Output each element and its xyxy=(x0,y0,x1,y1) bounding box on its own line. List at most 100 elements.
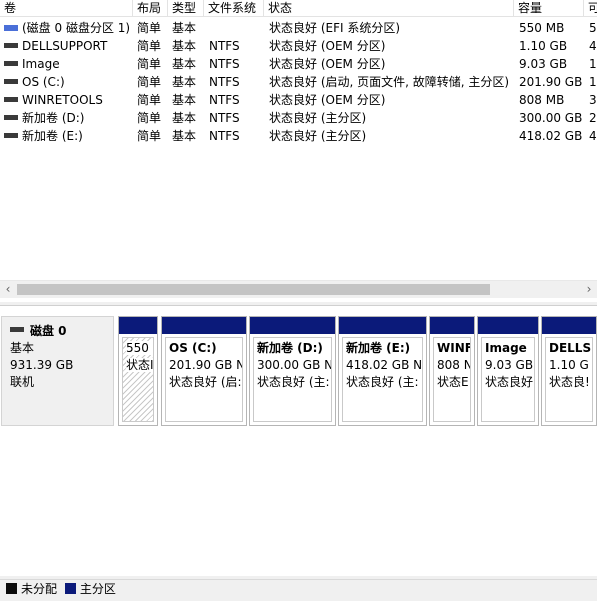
cell-name: 新加卷 (D:) xyxy=(4,109,132,127)
disk-map: 磁盘 0 基本 931.39 GB 联机 550 I 状态I OS (C:) 201.… xyxy=(0,305,597,576)
volume-icon xyxy=(4,79,18,84)
partition-status: 状态I xyxy=(126,358,154,372)
cell-fs xyxy=(209,19,267,37)
cell-free: 4 xyxy=(589,127,597,145)
cell-type: 基本 xyxy=(172,73,208,91)
cell-free: 2 xyxy=(589,109,597,127)
cell-text: 状态良好 (EFI 系统分区) xyxy=(269,21,401,35)
cell-text: 简单 xyxy=(137,129,162,143)
partition-size: 9.03 GB xyxy=(485,358,534,372)
cell-layout: 简单 xyxy=(137,55,171,73)
partition-block[interactable]: DELLS 1.10 G 状态良! xyxy=(541,316,597,426)
cell-text: NTFS xyxy=(209,129,240,143)
partition-details: DELLS 1.10 G 状态良! xyxy=(545,337,593,422)
partition-details: OS (C:) 201.90 GB N 状态良好 (启: xyxy=(165,337,243,422)
column-header-layout[interactable]: 布局 xyxy=(133,0,168,17)
cell-text: 9.03 GB xyxy=(519,57,568,71)
cell-layout: 简单 xyxy=(137,91,171,109)
cell-type: 基本 xyxy=(172,127,208,145)
striped-volume-icon xyxy=(4,24,18,31)
cell-free: 3 xyxy=(589,91,597,109)
cell-status: 状态良好 (主分区) xyxy=(269,109,515,127)
partition-type-bar xyxy=(339,317,426,334)
column-header-capacity[interactable]: 容量 xyxy=(514,0,584,17)
disk-name: 磁盘 0 xyxy=(30,324,67,338)
partition-block[interactable]: Image 9.03 GB 状态良好 xyxy=(477,316,539,426)
cell-layout: 简单 xyxy=(137,19,171,37)
partition-block[interactable]: OS (C:) 201.90 GB N 状态良好 (启: xyxy=(161,316,247,426)
cell-text: 状态良好 (OEM 分区) xyxy=(269,39,386,53)
partition-status: 状态良好 (主: xyxy=(346,375,419,389)
cell-name: DELLSUPPORT xyxy=(4,37,132,55)
volume-icon xyxy=(4,43,18,48)
legend: 未分配 主分区 xyxy=(0,579,597,601)
cell-capacity: 808 MB xyxy=(519,91,587,109)
partition-type-bar xyxy=(250,317,335,334)
disk-info-panel[interactable]: 磁盘 0 基本 931.39 GB 联机 xyxy=(1,316,114,426)
partition-size: 1.10 G xyxy=(549,358,589,372)
scroll-left-arrow-icon[interactable]: ‹ xyxy=(0,281,16,298)
column-header-volume[interactable]: 卷 xyxy=(0,0,133,17)
disk-type: 基本 xyxy=(10,341,35,355)
partition-size: 550 I xyxy=(126,341,153,355)
scroll-thumb[interactable] xyxy=(17,284,490,295)
cell-fs: NTFS xyxy=(209,127,267,145)
cell-text: 基本 xyxy=(172,129,197,143)
cell-type: 基本 xyxy=(172,91,208,109)
partition-status: 状态E xyxy=(437,375,469,389)
table-row[interactable]: 新加卷 (E:) 简单 基本 NTFS 状态良好 (主分区) 418.02 GB 4 xyxy=(0,127,597,145)
cell-capacity: 9.03 GB xyxy=(519,55,587,73)
partition-block[interactable]: 新加卷 (D:) 300.00 GB N 状态良好 (主: xyxy=(249,316,336,426)
cell-fs: NTFS xyxy=(209,37,267,55)
partition-type-bar xyxy=(162,317,246,334)
partition-details: 新加卷 (D:) 300.00 GB N 状态良好 (主: xyxy=(253,337,332,422)
scroll-right-arrow-icon[interactable]: › xyxy=(581,281,597,298)
volume-list[interactable]: 卷 布局 类型 文件系统 状态 容量 可 (磁盘 0 磁盘分区 1)简单基本状态… xyxy=(0,0,597,302)
cell-text: 简单 xyxy=(137,75,162,89)
cell-type: 基本 xyxy=(172,109,208,127)
cell-text: NTFS xyxy=(209,39,240,53)
table-row[interactable]: WINRETOOLS 简单 基本 NTFS 状态良好 (OEM 分区) 808 MB 3 xyxy=(0,91,597,109)
partition-details: 新加卷 (E:) 418.02 GB N 状态良好 (主: xyxy=(342,337,423,422)
cell-text: 新加卷 (D:) xyxy=(22,111,85,125)
partition-block[interactable]: WINF 808 N 状态E xyxy=(429,316,475,426)
column-header-status[interactable]: 状态 xyxy=(264,0,514,17)
cell-free: 1 xyxy=(589,55,597,73)
cell-type: 基本 xyxy=(172,37,208,55)
cell-text: 简单 xyxy=(137,57,162,71)
cell-text: NTFS xyxy=(209,111,240,125)
cell-status: 状态良好 (EFI 系统分区) xyxy=(269,19,515,37)
cell-status: 状态良好 (OEM 分区) xyxy=(269,55,515,73)
partition-status: 状态良好 xyxy=(485,375,534,389)
cell-status: 状态良好 (主分区) xyxy=(269,127,515,145)
partition-size: 808 N xyxy=(437,358,471,372)
cell-fs: NTFS xyxy=(209,109,267,127)
cell-text: NTFS xyxy=(209,57,240,71)
partition-label: WINF xyxy=(437,341,471,355)
table-row[interactable]: DELLSUPPORT 简单 基本 NTFS 状态良好 (OEM 分区) 1.10 GB 4 xyxy=(0,37,597,55)
cell-text: 1 xyxy=(589,57,597,71)
column-header-free-space[interactable]: 可 xyxy=(584,0,597,17)
cell-text: WINRETOOLS xyxy=(22,93,103,107)
cell-text: 简单 xyxy=(137,39,162,53)
partition-block[interactable]: 新加卷 (E:) 418.02 GB N 状态良好 (主: xyxy=(338,316,427,426)
partition-block[interactable]: 550 I 状态I xyxy=(118,316,158,426)
cell-text: 808 MB xyxy=(519,93,565,107)
partition-status: 状态良好 (启: xyxy=(169,375,242,389)
table-row[interactable]: (磁盘 0 磁盘分区 1) 简单 基本 状态良好 (EFI 系统分区) 550 MB 5 xyxy=(0,19,597,37)
horizontal-scrollbar[interactable]: ‹ › xyxy=(0,280,597,298)
table-row[interactable]: Image 简单 基本 NTFS 状态良好 (OEM 分区) 9.03 GB 1 xyxy=(0,55,597,73)
cell-fs: NTFS xyxy=(209,73,267,91)
partition-details: 550 I 状态I xyxy=(122,337,154,422)
cell-text: 550 MB xyxy=(519,21,565,35)
disk-size: 931.39 GB xyxy=(10,358,74,372)
partition-status: 状态良! xyxy=(549,375,590,389)
table-row[interactable]: OS (C:) 简单 基本 NTFS 状态良好 (启动, 页面文件, 故障转储, 主分区… xyxy=(0,73,597,91)
cell-text: 5 xyxy=(589,21,597,35)
cell-text: 1 xyxy=(589,75,597,89)
column-header-filesystem[interactable]: 文件系统 xyxy=(204,0,264,17)
column-header-type[interactable]: 类型 xyxy=(168,0,204,17)
table-row[interactable]: 新加卷 (D:) 简单 基本 NTFS 状态良好 (主分区) 300.00 GB 2 xyxy=(0,109,597,127)
cell-capacity: 418.02 GB xyxy=(519,127,587,145)
cell-text: 300.00 GB xyxy=(519,111,583,125)
